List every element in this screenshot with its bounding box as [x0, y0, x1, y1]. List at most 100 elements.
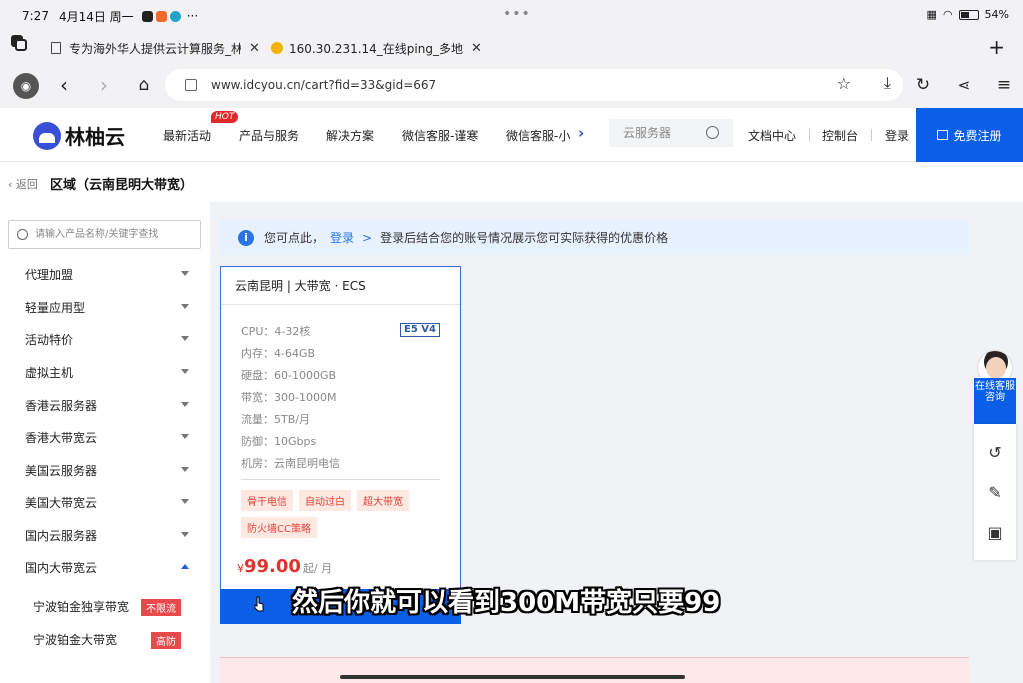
caret-down-icon: [181, 369, 189, 374]
sidebar-item-us-bandwidth[interactable]: 美国大带宽云: [25, 494, 193, 514]
refresh-icon[interactable]: ↺: [985, 442, 1005, 462]
register-button[interactable]: 免费注册: [916, 108, 1023, 162]
nav-wechat-cs-2[interactable]: 微信客服-小: [506, 127, 572, 144]
share-icon[interactable]: ⋖: [951, 72, 977, 98]
online-support-widget[interactable]: 在线客服咨询: [974, 350, 1016, 424]
feature-tag: 自动过白: [299, 490, 351, 511]
back-arrow-icon[interactable]: ‹: [51, 72, 77, 98]
nav-next-chevron-icon[interactable]: ›: [578, 124, 584, 142]
sidebar-item-special[interactable]: 活动特价: [25, 331, 193, 351]
spec-disk: 硬盘：60-1000GB: [241, 369, 337, 382]
register-label: 免费注册: [953, 128, 1002, 143]
site-info-icon[interactable]: [185, 79, 197, 91]
profile-icon[interactable]: ◉: [13, 73, 39, 99]
tab-switcher-icon[interactable]: [11, 35, 27, 51]
status-app-icons: [141, 10, 181, 22]
sidebar-item-virtual-host[interactable]: 虚拟主机: [25, 364, 193, 384]
float-toolbar: ↺ ✎ ▣: [974, 424, 1016, 560]
status-time: 7:27: [22, 9, 49, 23]
hot-badge: HOT: [211, 111, 239, 123]
notice-login-link[interactable]: 登录: [330, 229, 354, 246]
sidebar-item-agent[interactable]: 代理加盟: [25, 266, 193, 286]
home-icon[interactable]: ⌂: [131, 72, 157, 98]
edit-icon[interactable]: ✎: [985, 482, 1005, 502]
divider: [809, 129, 810, 141]
sidebar-item-hk-cloud[interactable]: 香港云服务器: [25, 397, 193, 417]
tab-bar: 专为海外华人提供云计算服务_林 ✕ 160.30.231.14_在线ping_多…: [0, 32, 1023, 62]
wifi-icon: ◠: [942, 8, 953, 21]
tab-title: 专为海外华人提供云计算服务_林: [69, 41, 241, 56]
sidebar-item-cn-cloud[interactable]: 国内云服务器: [25, 527, 193, 547]
nav-products-services[interactable]: 产品与服务: [239, 127, 299, 144]
product-search-input[interactable]: 请输入产品名称/关键字查找: [8, 220, 201, 249]
multitask-dots[interactable]: •••: [503, 6, 531, 22]
login-notice: i 您可点此， 登录 > 登录后结合您的账号情况展示您可实际获得的优惠价格: [220, 220, 969, 255]
status-bar: 7:27 4月14日 周一 ··· ••• ▦ ◠ 54%: [0, 0, 1023, 32]
document-icon: [51, 42, 61, 54]
app-icon: [155, 10, 167, 22]
caret-down-icon: [181, 336, 189, 341]
new-tab-button[interactable]: +: [988, 35, 1005, 59]
logo-text: 林柚云: [65, 125, 125, 149]
nav-latest-activity[interactable]: 最新活动: [163, 127, 211, 144]
url-text[interactable]: www.idcyou.cn/cart?fid=33&gid=667: [211, 78, 436, 92]
breadcrumb: ‹ 返回 区域（云南昆明大带宽）: [0, 162, 1023, 202]
divider: [241, 479, 440, 480]
forward-arrow-icon[interactable]: ›: [91, 72, 117, 98]
nav-wechat-cs-1[interactable]: 微信客服-谨寒: [402, 127, 478, 144]
logo-mark-icon: [33, 121, 61, 150]
feature-tag: 防火墙CC策略: [241, 517, 317, 538]
close-tab-icon[interactable]: ✕: [471, 41, 482, 56]
chevron-right-icon: >: [362, 230, 373, 245]
nfc-icon: ▦: [926, 8, 937, 21]
warning-strip: [220, 657, 969, 683]
spec-bandwidth: 带宽：300-1000M: [241, 391, 337, 404]
spec-memory: 内存：4-64GB: [241, 347, 316, 360]
nav-login[interactable]: 登录: [885, 127, 909, 144]
reload-icon[interactable]: ↻: [910, 72, 936, 98]
video-subtitle: 然后你就可以看到300M带宽只要99: [292, 588, 721, 618]
search-placeholder: 请输入产品名称/关键字查找: [35, 229, 159, 240]
sidebar-sub-item-ningbo-bandwidth[interactable]: 宁波铂金大带宽 高防: [33, 631, 181, 651]
nav-solutions[interactable]: 解决方案: [326, 127, 374, 144]
feature-tag: 超大带宽: [357, 490, 409, 511]
hand-cursor-icon: [254, 596, 264, 612]
feature-tag: 骨干电信: [241, 490, 293, 511]
info-icon: i: [238, 229, 254, 246]
caret-down-icon: [181, 467, 189, 472]
search-icon[interactable]: [706, 126, 719, 139]
caret-up-icon: [181, 564, 189, 569]
site-favicon-icon: [271, 42, 283, 54]
address-bar[interactable]: www.idcyou.cn/cart?fid=33&gid=667 ☆ ⤓: [165, 69, 903, 101]
home-indicator[interactable]: [340, 675, 685, 679]
sidebar-item-lightweight[interactable]: 轻量应用型: [25, 299, 193, 319]
tab-title: 160.30.231.14_在线ping_多地pin: [289, 41, 463, 56]
product-price: ¥99.00 起/ 月: [237, 556, 333, 577]
sidebar-item-us-cloud[interactable]: 美国云服务器: [25, 462, 193, 482]
caret-down-icon: [181, 271, 189, 276]
qr-code-icon[interactable]: ▣: [985, 522, 1005, 542]
spec-traffic: 流量：5TB/月: [241, 413, 310, 426]
tab-1[interactable]: 专为海外华人提供云计算服务_林 ✕: [51, 38, 261, 58]
tab-2[interactable]: 160.30.231.14_在线ping_多地pin ✕: [271, 38, 483, 58]
back-link[interactable]: ‹ 返回: [8, 176, 38, 192]
download-icon[interactable]: ⤓: [884, 73, 891, 93]
site-search-input[interactable]: 云服务器: [609, 119, 733, 147]
tag-badge: 不限流: [141, 599, 181, 616]
category-sidebar: 请输入产品名称/关键字查找 代理加盟 轻量应用型 活动特价 虚拟主机 香港云服务…: [0, 202, 210, 683]
spec-defense: 防御：10Gbps: [241, 435, 317, 448]
site-logo[interactable]: 林柚云: [33, 121, 125, 150]
close-tab-icon[interactable]: ✕: [249, 41, 260, 56]
nav-docs[interactable]: 文档中心: [748, 127, 796, 144]
bookmark-star-icon[interactable]: ☆: [837, 74, 851, 93]
nav-console[interactable]: 控制台: [822, 127, 858, 144]
shopping-bag-icon: [937, 130, 949, 140]
caret-down-icon: [181, 402, 189, 407]
support-label: 在线客服咨询: [974, 378, 1016, 424]
sidebar-sub-item-ningbo-exclusive[interactable]: 宁波铂金独享带宽 不限流: [33, 598, 181, 618]
battery-percent: 54%: [984, 8, 1009, 21]
sidebar-item-hk-bandwidth[interactable]: 香港大带宽云: [25, 429, 193, 449]
sidebar-item-cn-bandwidth[interactable]: 国内大带宽云: [25, 559, 193, 579]
menu-icon[interactable]: ≡: [991, 72, 1017, 98]
product-card[interactable]: 云南昆明 | 大带宽 · ECS E5 V4 CPU：4-32核 内存：4-64…: [220, 266, 461, 624]
